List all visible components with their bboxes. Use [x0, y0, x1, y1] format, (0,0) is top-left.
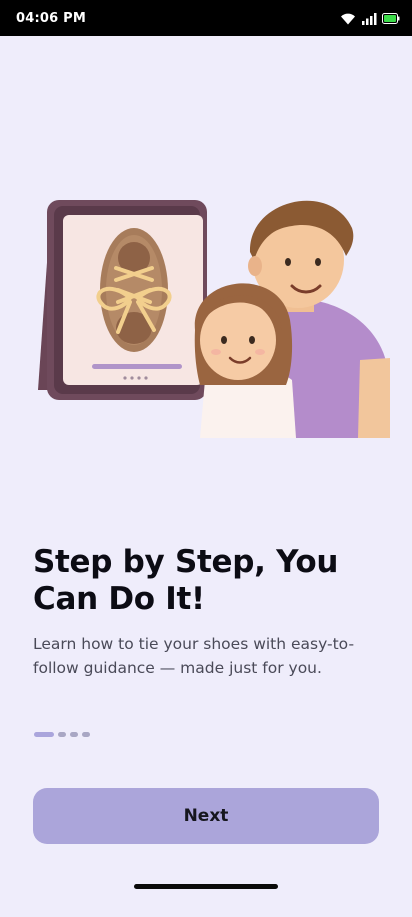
status-bar: 04:06 PM — [0, 0, 412, 36]
page-dot — [70, 732, 78, 737]
page-indicator — [34, 732, 90, 737]
battery-icon — [382, 12, 400, 24]
page-dot-active — [34, 732, 54, 737]
page-dot — [58, 732, 66, 737]
home-indicator[interactable] — [134, 884, 278, 889]
status-icons — [340, 12, 400, 25]
next-button[interactable]: Next — [33, 788, 379, 844]
wifi-icon — [340, 12, 356, 25]
page-dot — [82, 732, 90, 737]
onboarding-illustration — [30, 180, 392, 438]
page-title: Step by Step, You Can Do It! — [33, 544, 339, 617]
status-time: 04:06 PM — [16, 10, 86, 26]
cell-signal-icon — [361, 12, 377, 25]
onboarding-screen: 04:06 PM Step by Step, You Can Do It! Le… — [0, 0, 412, 917]
page-subtitle: Learn how to tie your shoes with easy-to… — [33, 635, 355, 677]
